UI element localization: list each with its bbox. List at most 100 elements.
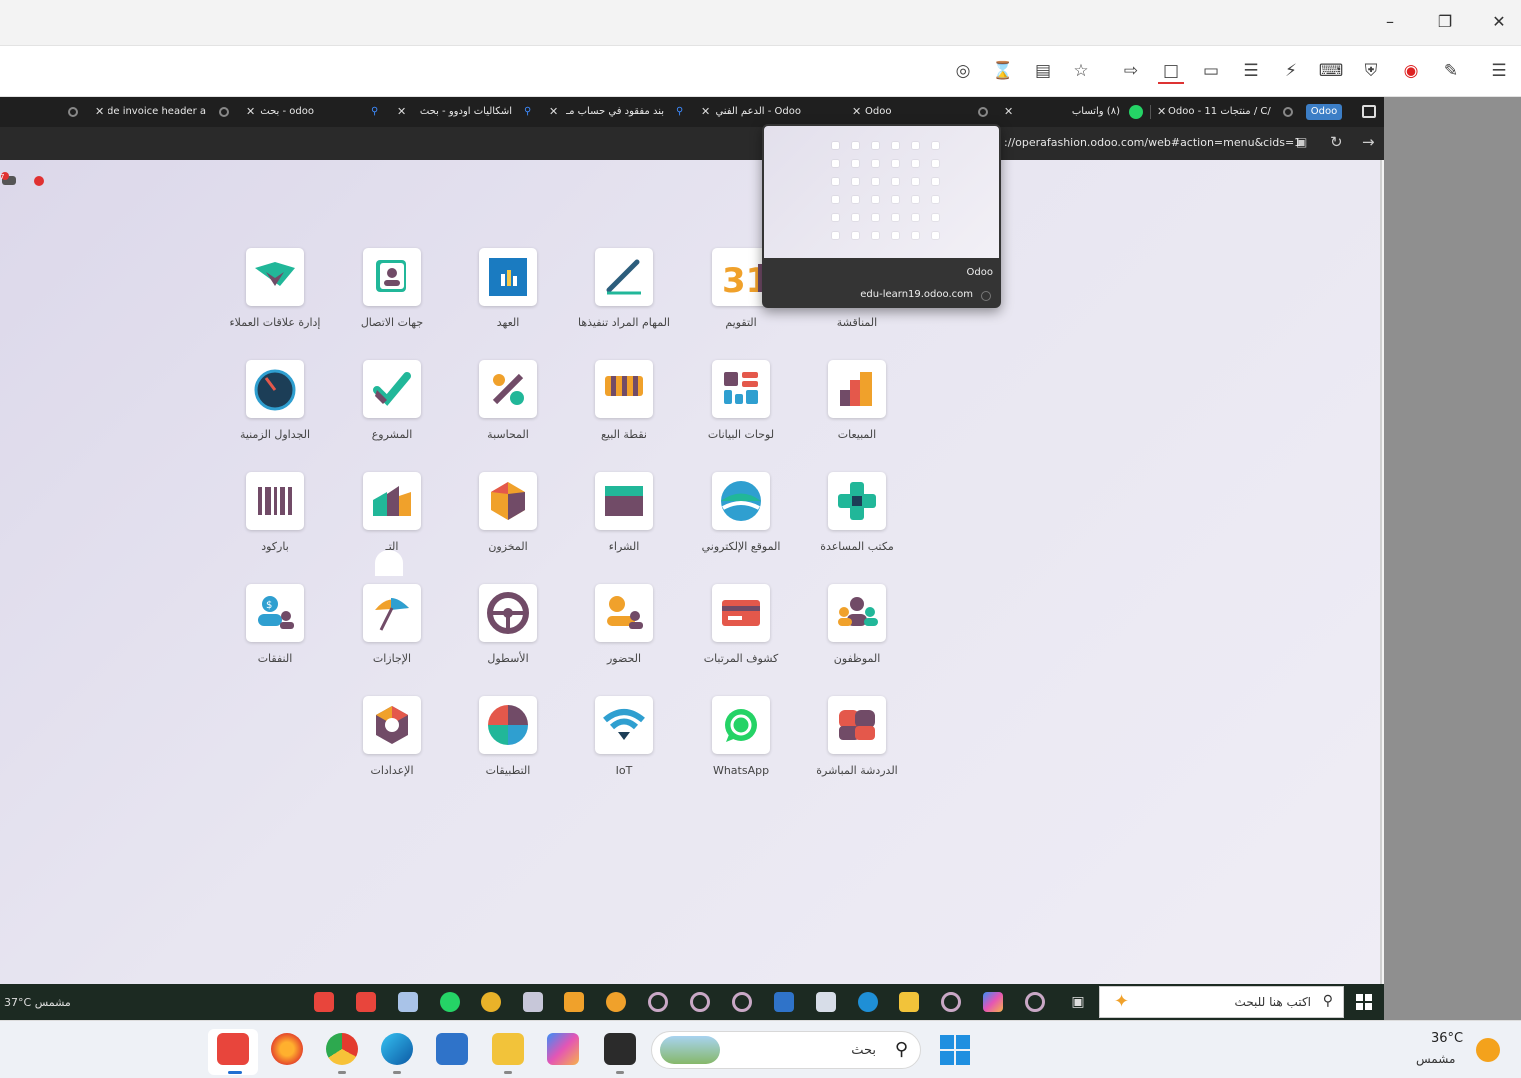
session-icon[interactable]: □ — [1158, 58, 1184, 84]
whatsapp-icon[interactable] — [440, 992, 460, 1012]
app-helpdesk[interactable]: مكتب المساعدة — [797, 472, 917, 572]
tab-tech-support[interactable]: Odoo - الدعم الفني — [713, 97, 805, 127]
restore-button[interactable]: ❐ — [1433, 10, 1457, 34]
tab-close-icon[interactable]: ✕ — [852, 97, 861, 127]
inner-search-input[interactable]: ✦ اكتب هنا للبحث ⚲ — [1099, 986, 1344, 1018]
tab-close-icon[interactable]: ✕ — [1157, 97, 1166, 127]
app-inventory[interactable]: المخزون — [448, 472, 568, 572]
tab-odoo-issues[interactable]: اشكاليات اودوو - بحث — [418, 97, 516, 127]
opera-icon[interactable] — [732, 992, 752, 1012]
opera-icon[interactable] — [1025, 992, 1045, 1012]
edge-icon[interactable] — [858, 992, 878, 1012]
pen-icon[interactable]: ✎ — [1438, 58, 1464, 84]
forward-icon[interactable]: → — [1362, 133, 1375, 151]
app-apps[interactable]: التطبيقات — [448, 696, 568, 796]
app-whatsapp[interactable]: WhatsApp — [681, 696, 801, 796]
tab-close-icon[interactable]: ✕ — [1004, 97, 1013, 127]
app-payroll[interactable]: كشوف المرتبات — [681, 584, 801, 684]
record-icon[interactable]: ◉ — [1398, 58, 1424, 84]
tab-close-icon[interactable]: ✕ — [397, 97, 406, 127]
close-window-button[interactable]: ✕ — [1487, 10, 1511, 34]
app-crm[interactable]: إدارة علاقات العملاء — [215, 248, 335, 348]
odoo-workspace-badge[interactable]: Odoo — [1306, 104, 1342, 120]
store-icon[interactable] — [436, 1033, 468, 1065]
menu-icon[interactable]: ☰ — [1486, 58, 1512, 84]
app-dashboards[interactable]: لوحات البيانات — [681, 360, 801, 460]
activity-dot-icon[interactable] — [34, 176, 44, 186]
database-icon[interactable]: ▤ — [1030, 58, 1056, 84]
app-sales[interactable]: المبيعات — [797, 360, 917, 460]
app-fleet[interactable]: الأسطول — [448, 584, 568, 684]
helpdesk-icon — [828, 472, 886, 530]
outlook-icon[interactable] — [774, 992, 794, 1012]
opera-icon[interactable] — [648, 992, 668, 1012]
pos-app-icon[interactable] — [564, 992, 584, 1012]
anydesk-icon[interactable] — [356, 992, 376, 1012]
shield-icon[interactable]: ⛨ — [1358, 58, 1384, 84]
app-expenses[interactable]: $ النفقات — [215, 584, 335, 684]
tab-whatsapp[interactable]: (٨) واتساب — [1060, 97, 1124, 127]
url-field[interactable]: ://operafashion.odoo.com/web#action=menu… — [1004, 136, 1301, 149]
hourglass-icon[interactable]: ⌛ — [990, 58, 1016, 84]
start-icon[interactable] — [1356, 994, 1372, 1010]
opera-icon[interactable] — [941, 992, 961, 1012]
edge-icon[interactable] — [381, 1033, 413, 1065]
app-employees[interactable]: الموظفون — [797, 584, 917, 684]
tab-hide-invoice[interactable]: Hide invoice header a — [108, 97, 210, 127]
chrome-icon[interactable] — [481, 992, 501, 1012]
reload-icon[interactable]: ↻ — [1330, 133, 1343, 151]
monitor-icon[interactable]: ▭ — [1198, 58, 1224, 84]
terminal-icon[interactable] — [604, 1033, 636, 1065]
app-settings[interactable]: الإعدادات — [332, 696, 452, 796]
app-todo[interactable]: المهام المراد تنفيذها — [564, 248, 684, 348]
store-icon[interactable] — [816, 992, 836, 1012]
minimize-button[interactable]: – — [1378, 10, 1402, 34]
app-timeoff[interactable]: الإجازات — [332, 584, 452, 684]
outer-search-input[interactable]: بحث ⚲ — [651, 1031, 921, 1069]
app-iot[interactable]: IoT — [564, 696, 684, 796]
tab-close-icon[interactable]: ✕ — [549, 97, 558, 127]
firefox-icon[interactable] — [271, 1033, 303, 1065]
tab-close-icon[interactable]: ✕ — [95, 97, 104, 127]
app-manufacturing[interactable]: التـ — [332, 472, 452, 576]
app-website[interactable]: الموقع الإلكتروني — [681, 472, 801, 572]
workspace-icon[interactable] — [1362, 105, 1376, 118]
anydesk-icon[interactable] — [314, 992, 334, 1012]
keyboard-icon[interactable]: ⌨ — [1318, 58, 1344, 84]
star-icon[interactable]: ☆ — [1068, 58, 1094, 84]
notepad-icon[interactable] — [398, 992, 418, 1012]
app-project[interactable]: المشروع — [332, 360, 452, 460]
folder-icon[interactable] — [899, 992, 919, 1012]
app-contacts[interactable]: جهات الاتصال — [332, 248, 452, 348]
tab-odoo[interactable]: Odoo — [865, 97, 905, 127]
task-view-icon[interactable]: ▣ — [1068, 992, 1088, 1012]
app-attendance[interactable]: الحضور — [564, 584, 684, 684]
eye-off-icon[interactable]: ◎ — [950, 58, 976, 84]
tab-odoo-search[interactable]: odoo - بحث — [258, 97, 318, 127]
tab-close-icon[interactable]: ✕ — [246, 97, 255, 127]
app-pos[interactable]: نقطة البيع — [564, 360, 684, 460]
tab-odoo-products[interactable]: Odoo - 11 منتجات / C/ — [1168, 97, 1278, 127]
app-accounting[interactable]: المحاسبة — [448, 360, 568, 460]
start-icon[interactable] — [940, 1035, 970, 1065]
app-livechat[interactable]: الدردشة المباشرة — [797, 696, 917, 796]
anydesk-icon[interactable] — [217, 1033, 249, 1065]
app-barcode[interactable]: باركود — [215, 472, 335, 572]
chrome-icon[interactable] — [326, 1033, 358, 1065]
copilot-icon[interactable] — [547, 1033, 579, 1065]
app-timesheets[interactable]: الجداول الزمنية — [215, 360, 335, 460]
opera-icon[interactable] — [690, 992, 710, 1012]
share-icon[interactable]: ⇨ — [1118, 58, 1144, 84]
app-purchase[interactable]: الشراء — [564, 472, 684, 572]
search-highlight-image — [660, 1036, 720, 1064]
copilot-icon[interactable] — [983, 992, 1003, 1012]
tab-hover-preview[interactable]: Odoo edu-learn19.odoo.com — [762, 124, 1001, 308]
folder-icon[interactable] — [492, 1033, 524, 1065]
people-icon[interactable] — [606, 992, 626, 1012]
lightning-icon[interactable]: ⚡ — [1278, 58, 1304, 84]
tab-missing-item[interactable]: بند مفقود في حساب مـ — [563, 97, 668, 127]
paint-icon[interactable] — [523, 992, 543, 1012]
comment-icon[interactable]: ☰ — [1238, 58, 1264, 84]
tab-close-icon[interactable]: ✕ — [701, 97, 710, 127]
app-assets[interactable]: العهد — [448, 248, 568, 348]
